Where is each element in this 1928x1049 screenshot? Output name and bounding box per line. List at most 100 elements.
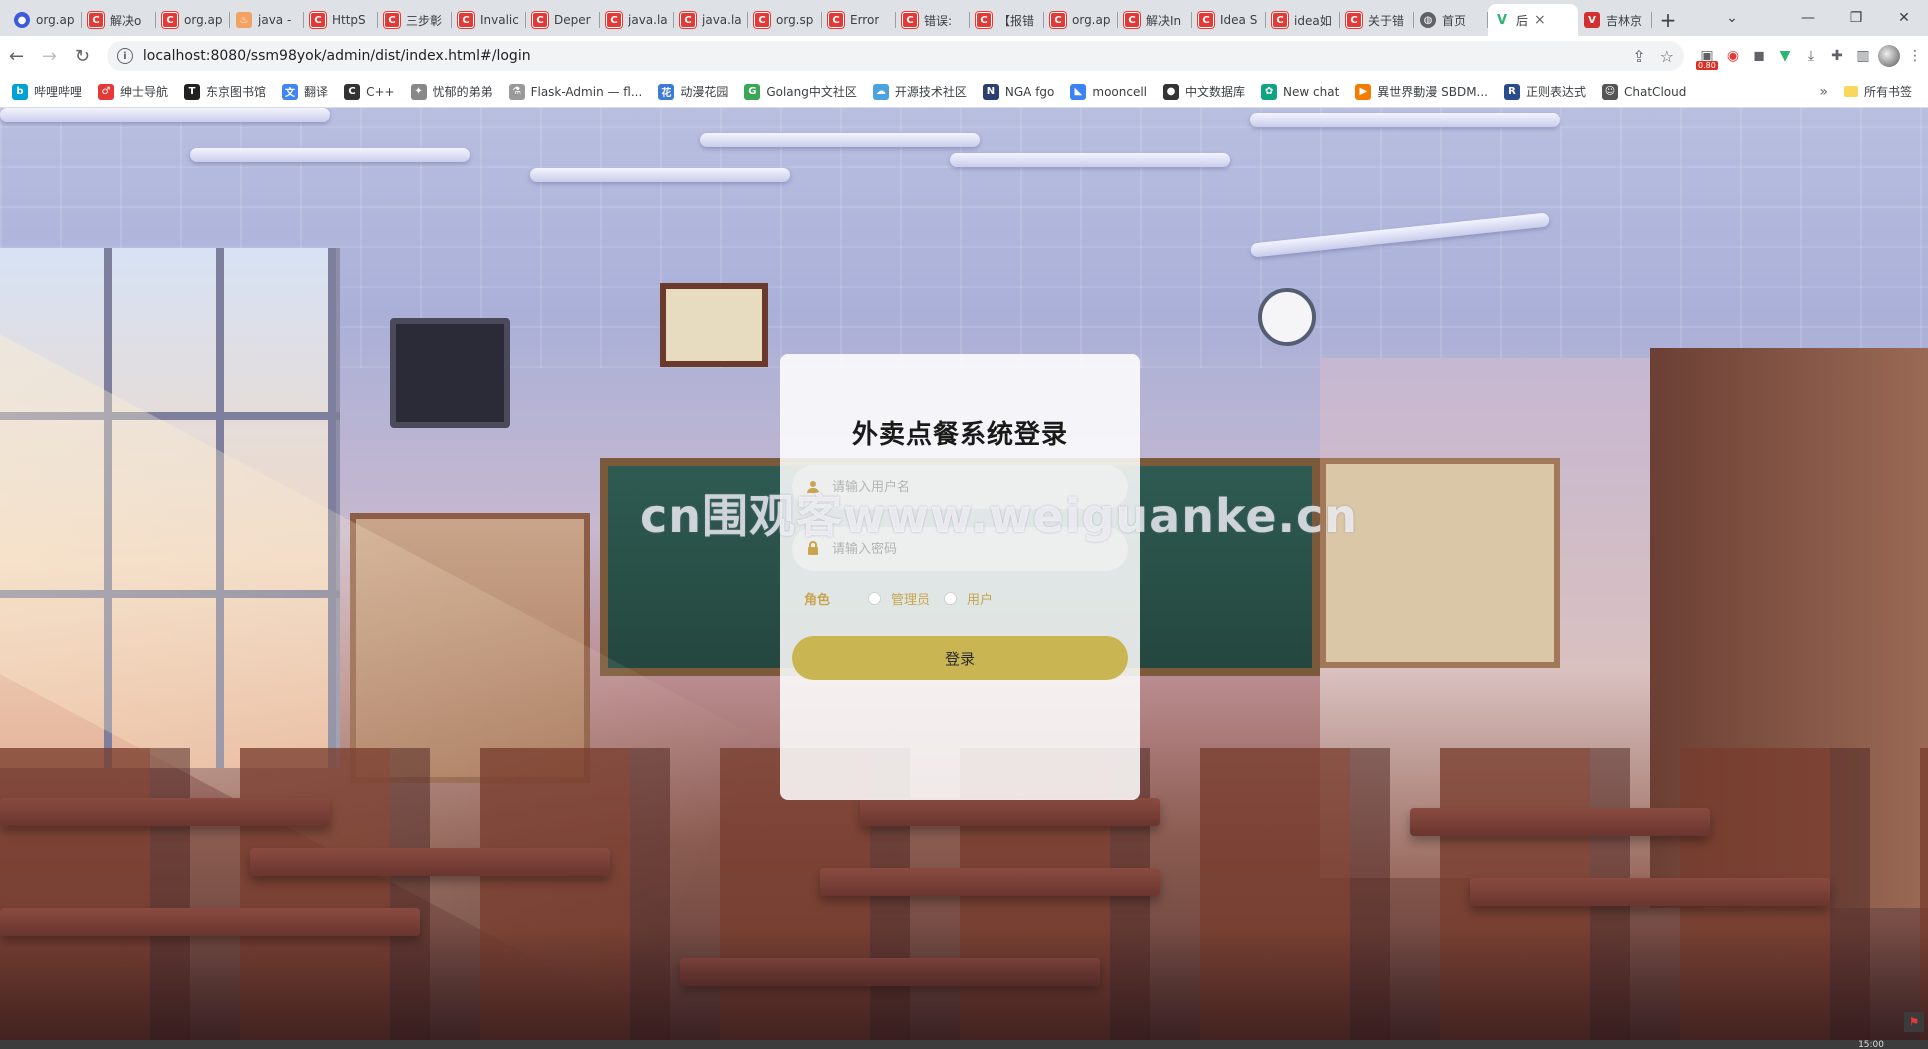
bilibili-icon: b [12, 83, 28, 100]
extension-icons: ▣ 0.80 ◉ ◼ ▼ ⤓ ✚ ▥ ⋮ [1694, 43, 1928, 70]
close-window-icon[interactable]: ✕ [1880, 10, 1928, 26]
extension-badge-icon[interactable]: ▣ 0.80 [1694, 43, 1720, 70]
role-radio-user[interactable]: 用户 [944, 589, 993, 608]
vue-devtools-icon[interactable]: ▼ [1772, 43, 1798, 69]
menu-kebab-icon[interactable]: ⋮ [1902, 43, 1928, 69]
browser-tab[interactable]: V 吉林京 [1578, 4, 1652, 36]
browser-tab[interactable]: C HttpS [304, 4, 378, 36]
browser-tab[interactable]: C Idea S [1192, 4, 1266, 36]
tab-strip: ● org.ap C 解决o Corg.ap ♨ java - C HttpS C 三步彰 C Inva… [0, 0, 1928, 36]
minimize-icon[interactable]: — [1784, 10, 1832, 26]
v-red-icon: V [1584, 12, 1600, 28]
role-radio-admin[interactable]: 管理员 [868, 589, 930, 608]
bookmark-label: 忧郁的弟弟 [432, 85, 493, 99]
bookmark-item[interactable]: ✿ New chat [1261, 83, 1340, 100]
extensions-puzzle-icon[interactable]: ✚ [1824, 43, 1850, 69]
arrow-left-icon: ← [8, 45, 25, 67]
github-icon: ● [1163, 83, 1180, 100]
role-label: 角色 [804, 593, 831, 608]
csdn-icon: C [384, 12, 400, 28]
browser-tab[interactable]: Cidea如 [1266, 4, 1340, 36]
r-icon: R [1504, 83, 1520, 100]
browser-tab[interactable]: C 三步彰 [378, 4, 452, 36]
bookmark-item[interactable]: ● 中文数据库 [1163, 83, 1245, 100]
browser-tab[interactable]: Corg.sp [748, 4, 822, 36]
bookmark-label: C++ [366, 84, 395, 99]
reload-button[interactable]: ↻ [66, 40, 99, 72]
new-tab-button[interactable]: + [1652, 4, 1684, 36]
cloud-icon: ☁ [872, 83, 889, 100]
browser-tab[interactable]: ● org.ap [8, 4, 82, 36]
browser-tab[interactable]: Corg.ap [156, 4, 230, 36]
tab-label: org.sp [776, 13, 814, 27]
background-desk [1410, 808, 1710, 836]
radio-circle[interactable] [944, 592, 958, 605]
bookmark-item[interactable]: G Golang中文社区 [744, 83, 857, 100]
bookmark-label: New chat [1283, 84, 1340, 99]
flag-icon[interactable]: ⚑ [1904, 1012, 1924, 1032]
bookmark-item[interactable]: C C++ [344, 83, 395, 100]
bookmark-item[interactable]: N NGA fgo [982, 83, 1055, 100]
browser-tab[interactable]: Cjava.la [674, 4, 748, 36]
browser-tab[interactable]: C 错误: [896, 4, 970, 36]
download-icon[interactable]: ⤓ [1798, 43, 1824, 69]
login-button[interactable]: 登录 [792, 636, 1128, 680]
bookmark-label: Flask-Admin — fl... [530, 84, 643, 99]
bookmark-star-icon[interactable]: ☆ [1660, 47, 1674, 66]
tab-search-icon[interactable]: ⌄ [1708, 10, 1756, 26]
bookmark-item[interactable]: ☺ ChatCloud [1602, 83, 1686, 100]
browser-tab[interactable]: C Error [822, 4, 896, 36]
browser-tab[interactable]: C Invalic [452, 4, 526, 36]
github-icon: ● [14, 12, 30, 28]
bookmark-item[interactable]: ◣ mooncell [1070, 83, 1147, 100]
ceiling-light [1250, 113, 1560, 127]
site-info-icon[interactable]: i [116, 48, 133, 64]
tab-label: org.ap [184, 13, 223, 27]
browser-tab[interactable]: C 解决o [82, 4, 156, 36]
browser-tab[interactable]: C 解决In [1118, 4, 1192, 36]
bookmark-item[interactable]: ☁ 开源技术社区 [872, 83, 967, 100]
url-text[interactable]: localhost:8080/ssm98yok/admin/dist/index… [143, 48, 1618, 64]
back-button[interactable]: ← [0, 40, 33, 72]
browser-tab[interactable]: Corg.ap [1044, 4, 1118, 36]
tab-label: 解决o [110, 13, 142, 28]
close-tab-icon[interactable]: × [1534, 12, 1546, 28]
browser-tab[interactable]: ◍ 首页 [1414, 4, 1488, 36]
avatar [1877, 45, 1900, 67]
chrome-extension-icon[interactable]: ◉ [1720, 43, 1746, 69]
bookmark-item[interactable]: R 正则表达式 [1504, 83, 1586, 100]
share-icon[interactable]: ⇪ [1632, 47, 1645, 66]
mars-icon: ♂ [98, 83, 115, 100]
bookmarks-overflow-button[interactable]: » [1819, 84, 1828, 100]
bookmark-item[interactable]: 花动漫花园 [658, 83, 728, 100]
nga-icon: N [982, 83, 999, 100]
browser-tab[interactable]: Cjava.la [600, 4, 674, 36]
bookmark-item[interactable]: ▶ 異世界動漫 SBDM... [1355, 83, 1488, 100]
bookmark-item[interactable]: T 东京图书馆 [184, 83, 266, 100]
bookmark-item[interactable]: 文翻译 [282, 83, 328, 100]
restore-icon[interactable]: ❐ [1832, 10, 1880, 26]
forward-button[interactable]: → [33, 40, 66, 72]
csdn-icon: C [680, 12, 696, 28]
tab-label: 首页 [1442, 13, 1467, 28]
all-bookmarks-button[interactable]: 所有书签 [1843, 83, 1912, 100]
radio-circle[interactable] [868, 592, 882, 605]
watermark-text: cn围观客www.weiguanke.cn [640, 489, 1359, 543]
bookmark-item[interactable]: b 哔哩哔哩 [12, 83, 82, 100]
bookmark-label: NGA fgo [1004, 84, 1055, 99]
bookmark-item[interactable]: ⚗ Flask-Admin — fl... [508, 83, 643, 100]
java-icon: ♨ [236, 12, 252, 28]
window-controls: ⌄ — ❐ ✕ [1708, 0, 1928, 36]
browser-tab[interactable]: C Deper [526, 4, 600, 36]
browser-tab[interactable]: V 后 × [1488, 4, 1578, 36]
browser-tab[interactable]: C 关于错 [1340, 4, 1414, 36]
browser-tab[interactable]: ♨ java - [230, 4, 304, 36]
ceiling-light [950, 153, 1230, 167]
bookmark-item[interactable]: ♂ 绅士导航 [98, 83, 168, 100]
address-bar[interactable]: i localhost:8080/ssm98yok/admin/dist/ind… [106, 41, 1684, 71]
game-extension-icon[interactable]: ◼ [1746, 43, 1772, 69]
browser-tab[interactable]: C 【报错 [970, 4, 1044, 36]
profile-avatar[interactable] [1876, 43, 1902, 69]
side-panel-icon[interactable]: ▥ [1850, 43, 1876, 69]
bookmark-item[interactable]: ✦ 忧郁的弟弟 [410, 83, 493, 100]
